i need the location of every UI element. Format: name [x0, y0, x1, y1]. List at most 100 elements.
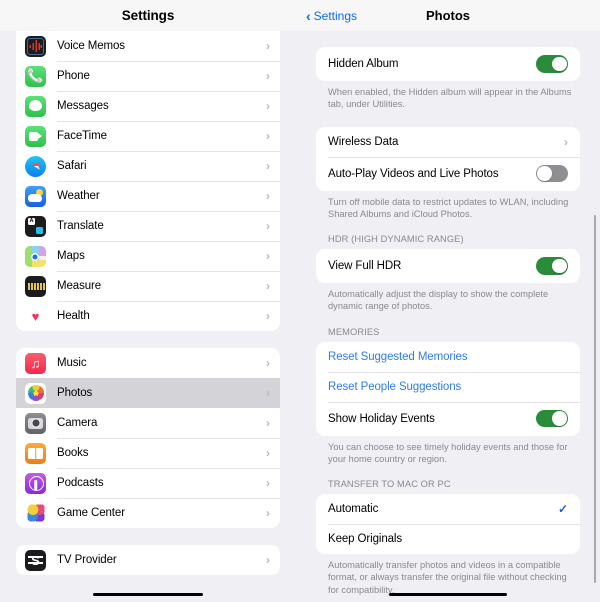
hidden-album-row[interactable]: Hidden Album — [316, 47, 580, 81]
settings-list-scroll[interactable]: Voice Memos › Phone › Messages › FaceTim… — [0, 31, 296, 602]
autoplay-label: Auto-Play Videos and Live Photos — [328, 167, 499, 180]
chevron-right-icon: › — [266, 159, 270, 173]
checkmark-icon: ✓ — [557, 502, 568, 517]
transfer-section-title: TRANSFER TO MAC OR PC — [328, 479, 451, 490]
hidden-album-toggle[interactable] — [536, 55, 568, 73]
page-title: Settings — [121, 8, 175, 23]
sidebar-item-label: Photos — [57, 387, 93, 399]
wireless-group: Wireless Data › Auto-Play Videos and Liv… — [316, 126, 580, 191]
sidebar-item-game-center[interactable]: Game Center › — [16, 498, 280, 528]
messages-icon — [25, 95, 46, 117]
sidebar-item-label: Phone — [57, 70, 90, 82]
toggle-knob — [551, 258, 567, 274]
chevron-right-icon: › — [266, 39, 270, 53]
sidebar-item-weather[interactable]: Weather › — [16, 181, 280, 211]
sidebar-item-label: Music — [57, 357, 87, 369]
toggle-knob — [551, 56, 567, 72]
transfer-option-automatic[interactable]: Automatic ✓ — [316, 494, 580, 524]
photos-detail-pane: ‹ Settings Photos Hidden Album When enab… — [296, 0, 600, 602]
view-full-hdr-toggle[interactable] — [536, 257, 568, 275]
hdr-group: View Full HDR — [316, 249, 580, 284]
sidebar-item-podcasts[interactable]: Podcasts › — [16, 468, 280, 498]
sidebar-item-tv-provider[interactable]: TV Provider › — [16, 545, 280, 575]
chevron-right-icon: › — [266, 553, 270, 567]
chevron-right-icon: › — [266, 69, 270, 83]
chevron-right-icon: › — [266, 249, 270, 263]
hdr-footer: Automatically adjust the display to show… — [328, 289, 549, 312]
autoplay-toggle[interactable] — [536, 164, 568, 183]
game-center-icon — [25, 502, 46, 524]
facetime-icon — [25, 125, 46, 147]
reset-suggested-memories-label: Reset Suggested Memories — [328, 350, 468, 363]
chevron-right-icon: › — [266, 416, 270, 430]
show-holiday-events-toggle[interactable] — [536, 409, 568, 428]
voice-memos-icon — [25, 35, 46, 57]
safari-icon — [25, 155, 46, 177]
camera-icon — [25, 412, 46, 434]
translate-icon — [25, 215, 46, 237]
transfer-option-keep-originals[interactable]: Keep Originals — [316, 524, 580, 554]
toggle-knob — [537, 166, 553, 181]
sidebar-item-phone[interactable]: Phone › — [16, 61, 280, 91]
measure-icon — [25, 275, 46, 297]
books-icon — [25, 442, 46, 464]
sidebar-item-voice-memos[interactable]: Voice Memos › — [16, 31, 280, 61]
wireless-data-row[interactable]: Wireless Data › — [316, 127, 580, 157]
memories-footer: You can choose to see timely holiday eve… — [328, 441, 568, 464]
reset-suggested-memories-row[interactable]: Reset Suggested Memories — [316, 342, 580, 372]
sidebar-item-health[interactable]: Health › — [16, 301, 280, 331]
sidebar-item-label: TV Provider — [57, 554, 117, 566]
transfer-group: Automatic ✓ Keep Originals — [316, 494, 580, 555]
sidebar-item-label: Measure — [57, 280, 102, 292]
keep-originals-label: Keep Originals — [328, 533, 403, 546]
show-holiday-events-row[interactable]: Show Holiday Events — [316, 401, 580, 436]
home-indicator-right — [389, 592, 507, 596]
view-full-hdr-label: View Full HDR — [328, 260, 402, 273]
sidebar-item-measure[interactable]: Measure › — [16, 271, 280, 301]
settings-master-pane: Settings Voice Memos › Phone › Messages — [0, 0, 296, 602]
vertical-scrollbar[interactable] — [593, 215, 596, 583]
memories-group: Reset Suggested Memories Reset People Su… — [316, 341, 580, 436]
sidebar-item-label: Books — [57, 447, 89, 459]
wireless-footer: Turn off mobile data to restrict updates… — [328, 196, 569, 219]
sidebar-item-label: Game Center — [57, 507, 125, 519]
sidebar-item-label: Camera — [57, 417, 98, 429]
chevron-right-icon: › — [266, 99, 270, 113]
autoplay-row[interactable]: Auto-Play Videos and Live Photos — [316, 156, 580, 191]
chevron-right-icon: › — [266, 506, 270, 520]
sidebar-item-facetime[interactable]: FaceTime › — [16, 121, 280, 151]
sidebar-item-maps[interactable]: Maps › — [16, 241, 280, 271]
sidebar-item-label: Weather — [57, 190, 100, 202]
reset-people-suggestions-row[interactable]: Reset People Suggestions — [316, 371, 580, 402]
sidebar-item-messages[interactable]: Messages › — [16, 91, 280, 121]
sidebar-item-label: Maps — [57, 250, 85, 262]
chevron-right-icon: › — [266, 129, 270, 143]
sidebar-item-safari[interactable]: Safari › — [16, 151, 280, 181]
sidebar-item-label: Messages — [57, 100, 109, 112]
chevron-right-icon: › — [266, 279, 270, 293]
health-icon — [25, 305, 46, 327]
photos-settings-scroll[interactable]: Hidden Album When enabled, the Hidden al… — [296, 31, 600, 602]
sidebar-item-music[interactable]: Music › — [16, 348, 280, 378]
sidebar-item-photos[interactable]: Photos › — [16, 378, 280, 408]
sidebar-item-camera[interactable]: Camera › — [16, 408, 280, 438]
chevron-right-icon: › — [266, 219, 270, 233]
sidebar-item-label: FaceTime — [57, 130, 107, 142]
back-button[interactable]: ‹ Settings — [306, 9, 357, 23]
split-view-screen: Settings Voice Memos › Phone › Messages — [0, 0, 600, 602]
sidebar-item-books[interactable]: Books › — [16, 438, 280, 468]
view-full-hdr-row[interactable]: View Full HDR — [316, 249, 580, 283]
sidebar-item-label: Translate — [57, 220, 104, 232]
sidebar-item-label: Safari — [57, 160, 87, 172]
right-nav-bar: ‹ Settings Photos — [296, 0, 600, 31]
settings-group-apps-2: Music › Photos › Camera › Books › — [16, 348, 280, 528]
wireless-data-label: Wireless Data — [328, 135, 399, 148]
chevron-right-icon: › — [266, 356, 270, 370]
sidebar-item-translate[interactable]: Translate › — [16, 211, 280, 241]
reset-people-suggestions-label: Reset People Suggestions — [328, 380, 462, 393]
hidden-album-footer: When enabled, the Hidden album will appe… — [328, 87, 572, 110]
back-button-label: Settings — [313, 8, 358, 23]
phone-icon — [25, 65, 46, 87]
